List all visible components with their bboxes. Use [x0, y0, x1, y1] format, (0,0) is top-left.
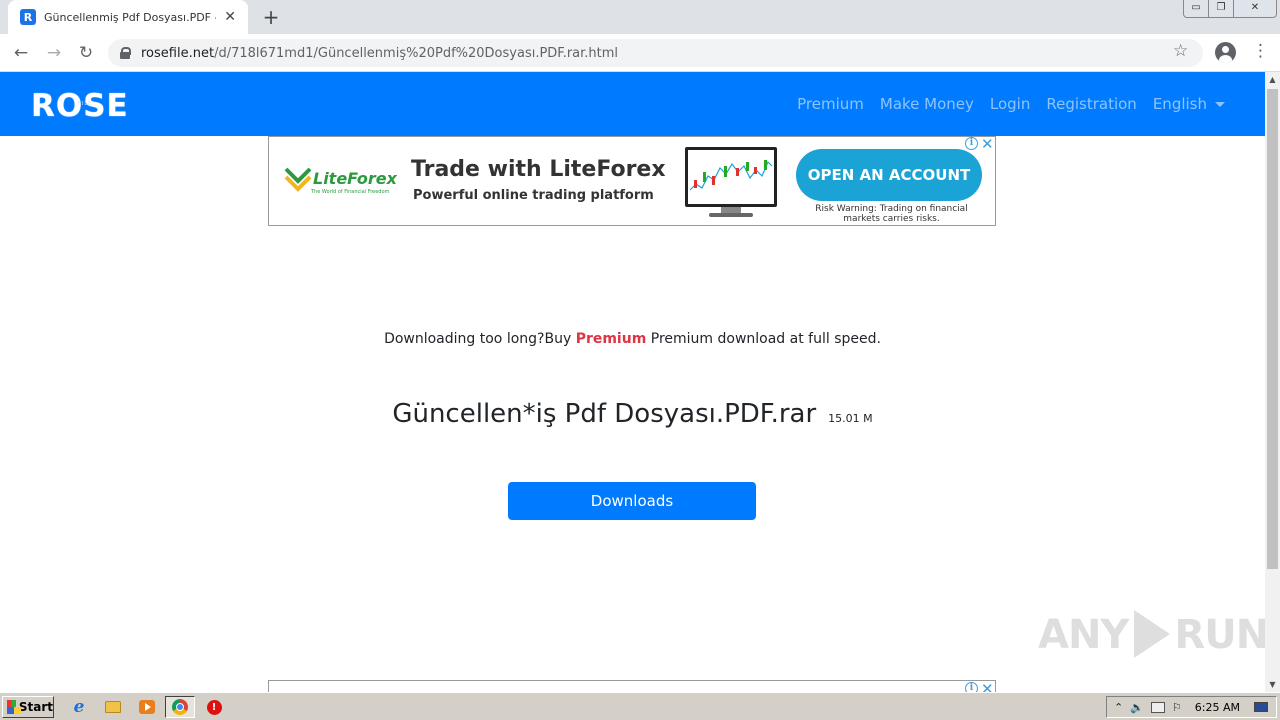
media-play-icon	[139, 700, 155, 714]
browser-tab[interactable]: R Güncellenmiş Pdf Dosyası.PDF - Rose ✕	[8, 0, 248, 34]
play-icon	[1134, 610, 1171, 658]
premium-link[interactable]: Premium	[576, 331, 647, 347]
monitor-base	[709, 213, 753, 217]
bookmark-star-icon[interactable]: ☆	[1173, 41, 1188, 61]
anyrun-watermark: ANY RUN	[1038, 610, 1265, 664]
ad-risk-warning: Risk Warning: Trading on financial marke…	[815, 204, 968, 224]
file-info: Güncellen*iş Pdf Dosyası.PDF.rar 15.01 M	[0, 399, 1265, 429]
language-label: English	[1152, 95, 1207, 113]
ie-glyph: e	[73, 697, 85, 717]
ad-close-icon[interactable]: ✕	[981, 137, 994, 153]
forward-button[interactable]: →	[42, 41, 66, 65]
watermark-left: ANY	[1038, 612, 1129, 658]
liteforex-brand: LiteForex	[313, 169, 397, 188]
scroll-up-arrow-icon[interactable]: ▲	[1265, 72, 1280, 87]
downloads-button[interactable]: Downloads	[508, 482, 756, 520]
chrome-taskbar-button[interactable]	[165, 696, 195, 718]
ad-info-icon[interactable]: i	[965, 137, 978, 150]
profile-avatar-icon[interactable]	[1215, 42, 1236, 63]
stop-glyph: !	[206, 699, 222, 715]
candlestick-chart-graphic	[688, 150, 774, 204]
scroll-down-arrow-icon[interactable]: ▼	[1265, 677, 1280, 692]
caret-down-icon	[1215, 102, 1225, 107]
site-navbar: ROSE FILE Premium Make Money Login Regis…	[0, 72, 1265, 136]
browser-toolbar: ← → ↻ rosefile.net/d/718l671md1/Güncelle…	[0, 34, 1280, 72]
tab-title: Güncellenmiş Pdf Dosyası.PDF - Rose	[44, 10, 216, 24]
nav-links: Premium Make Money Login Registration En…	[781, 72, 1225, 136]
media-player-icon[interactable]	[136, 697, 158, 717]
liteforex-mark-icon	[284, 167, 312, 192]
page-viewport: ROSE FILE Premium Make Money Login Regis…	[0, 72, 1265, 692]
url-text: rosefile.net/d/718l671md1/Güncellenmiş%2…	[141, 46, 618, 61]
open-account-button[interactable]: OPEN AN ACCOUNT	[796, 149, 982, 201]
address-bar[interactable]: rosefile.net/d/718l671md1/Güncellenmiş%2…	[108, 39, 1203, 67]
restore-button[interactable]: ❐	[1208, 0, 1234, 18]
folder-icon	[105, 701, 121, 713]
windows-logo-icon	[7, 700, 21, 714]
start-button[interactable]: Start	[2, 696, 54, 718]
site-favicon-icon: R	[20, 9, 36, 25]
monitor-screen	[685, 147, 777, 207]
new-tab-button[interactable]: +	[260, 6, 282, 28]
volume-icon[interactable]: 🔈	[1130, 701, 1144, 714]
tab-close-icon[interactable]: ✕	[222, 9, 238, 25]
windows-taskbar: Start e ! ⌃ 🔈 ⚐ 6:25 AM	[0, 692, 1280, 720]
promo-text-before: Downloading too long?Buy	[384, 331, 576, 347]
nav-premium[interactable]: Premium	[797, 95, 864, 113]
browser-menu-icon[interactable]: ⋮	[1252, 41, 1269, 61]
rose-logo-sub: FILE	[78, 101, 93, 107]
tray-expand-icon[interactable]: ⌃	[1114, 701, 1123, 714]
ad-info-icon[interactable]: i	[965, 682, 978, 692]
watermark-right: RUN	[1174, 612, 1265, 658]
trading-monitor-image	[683, 147, 779, 219]
nav-make-money[interactable]: Make Money	[880, 95, 974, 113]
file-name: Güncellen*iş Pdf Dosyası.PDF.rar	[392, 399, 817, 429]
nav-login[interactable]: Login	[990, 95, 1030, 113]
chrome-icon	[172, 699, 188, 715]
lock-icon[interactable]	[120, 47, 131, 59]
reload-button[interactable]: ↻	[74, 41, 98, 65]
language-dropdown[interactable]: English	[1153, 95, 1225, 113]
premium-promo-text: Downloading too long?Buy Premium Premium…	[0, 331, 1265, 347]
network-icon[interactable]	[1150, 701, 1165, 713]
file-size: 15.01 M	[828, 412, 873, 425]
scroll-thumb[interactable]	[1267, 89, 1278, 569]
ad-subline: Powerful online trading platform	[413, 188, 654, 203]
liteforex-logo: LiteForex The World of Financial Freedom	[283, 157, 407, 201]
stop-app-icon[interactable]: !	[203, 697, 225, 717]
internet-explorer-icon[interactable]: e	[68, 697, 90, 717]
minimize-button[interactable]: ▭	[1183, 0, 1209, 18]
clock[interactable]: 6:25 AM	[1195, 701, 1240, 714]
page-scrollbar[interactable]: ▲ ▼	[1265, 72, 1280, 692]
window-close-button[interactable]: ✕	[1233, 0, 1277, 18]
ad-banner-top[interactable]: LiteForex The World of Financial Freedom…	[268, 136, 996, 226]
file-explorer-icon[interactable]	[102, 697, 124, 717]
show-desktop-icon[interactable]	[1254, 702, 1268, 712]
action-center-flag-icon[interactable]: ⚐	[1172, 701, 1182, 714]
url-path: /d/718l671md1/Güncellenmiş%20Pdf%20Dosya…	[214, 45, 619, 61]
ad-banner-bottom[interactable]: i ✕	[268, 680, 996, 692]
start-label: Start	[18, 700, 53, 714]
promo-text-after: Premium download at full speed.	[646, 331, 881, 347]
browser-tab-strip: R Güncellenmiş Pdf Dosyası.PDF - Rose ✕ …	[0, 0, 1280, 34]
ad-close-icon[interactable]: ✕	[981, 680, 994, 692]
url-domain: rosefile.net	[141, 45, 215, 61]
ad-headline: Trade with LiteForex	[411, 157, 666, 182]
nav-registration[interactable]: Registration	[1046, 95, 1136, 113]
back-button[interactable]: ←	[9, 41, 33, 65]
system-tray: ⌃ 🔈 ⚐ 6:25 AM	[1106, 696, 1277, 718]
liteforex-tagline: The World of Financial Freedom	[311, 189, 390, 195]
